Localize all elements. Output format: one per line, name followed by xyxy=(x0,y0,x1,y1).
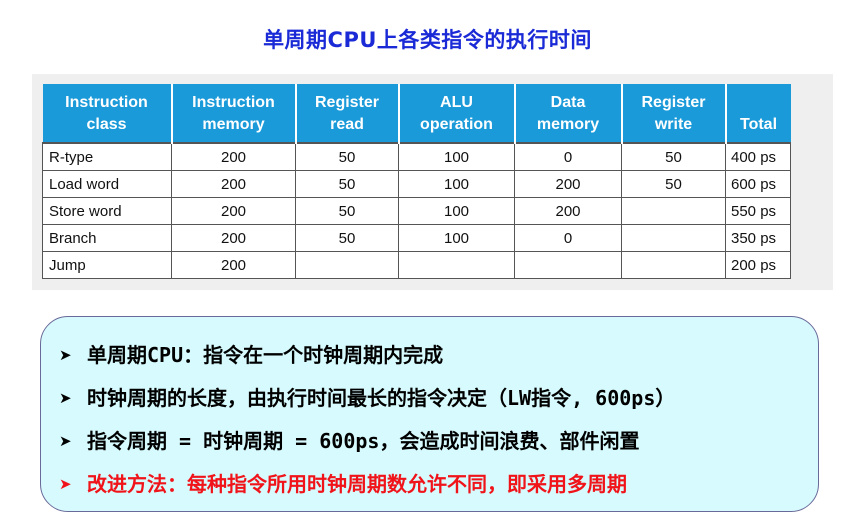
cell-class: Branch xyxy=(42,224,172,252)
header-line: Instruction xyxy=(65,94,148,111)
cell-register-read xyxy=(295,251,399,279)
table-row: R-type 200 50 100 0 50 400 ps xyxy=(42,142,791,171)
cell-alu-operation: 100 xyxy=(398,197,515,225)
cell-alu-operation xyxy=(398,251,515,279)
header-line: Data xyxy=(550,94,586,111)
header-instruction-class: Instruction class xyxy=(42,84,173,143)
instruction-timing-table: Instruction class Instruction memory Reg… xyxy=(42,84,791,279)
arrow-bullet-icon: ➤ xyxy=(59,475,72,493)
header-instruction-memory: Instruction memory xyxy=(171,84,297,143)
cell-instruction-memory: 200 xyxy=(171,224,296,252)
note-text: 指令周期 = 时钟周期 = 600ps，会造成时间浪费、部件闲置 xyxy=(87,429,640,453)
header-line: class xyxy=(86,116,127,133)
cell-total: 200 ps xyxy=(725,251,791,279)
slide-title: 单周期CPU上各类指令的执行时间 xyxy=(263,28,592,52)
cell-alu-operation: 100 xyxy=(398,170,515,198)
table-row: Jump 200 200 ps xyxy=(42,251,791,279)
header-line: Register xyxy=(314,94,380,111)
cell-data-memory xyxy=(514,251,622,279)
cell-register-write: 50 xyxy=(621,170,726,198)
cell-class: R-type xyxy=(42,142,172,171)
note-item: ➤ 指令周期 = 时钟周期 = 600ps，会造成时间浪费、部件闲置 xyxy=(59,425,639,454)
table-header-row: Instruction class Instruction memory Reg… xyxy=(42,84,791,143)
cell-total: 550 ps xyxy=(725,197,791,225)
cell-data-memory: 0 xyxy=(514,224,622,252)
header-line: operation xyxy=(420,116,493,133)
note-item-highlight: ➤ 改进方法：每种指令所用时钟周期数允许不同，即采用多周期 xyxy=(59,468,627,497)
cell-register-write: 50 xyxy=(621,142,726,171)
header-line: memory xyxy=(536,116,600,133)
cell-register-write xyxy=(621,224,726,252)
header-line: read xyxy=(330,116,364,133)
cell-register-read: 50 xyxy=(295,224,399,252)
cell-instruction-memory: 200 xyxy=(171,142,296,171)
cell-alu-operation: 100 xyxy=(398,142,515,171)
cell-instruction-memory: 200 xyxy=(171,251,296,279)
header-data-memory: Data memory xyxy=(514,84,623,143)
cell-register-read: 50 xyxy=(295,142,399,171)
header-line: Total xyxy=(739,116,778,133)
header-alu-operation: ALU operation xyxy=(398,84,516,143)
cell-instruction-memory: 200 xyxy=(171,197,296,225)
note-text: 时钟周期的长度，由执行时间最长的指令决定（LW指令, 600ps） xyxy=(87,386,676,410)
cell-class: Jump xyxy=(42,251,172,279)
note-item: ➤ 时钟周期的长度，由执行时间最长的指令决定（LW指令, 600ps） xyxy=(59,382,675,411)
cell-data-memory: 200 xyxy=(514,197,622,225)
cell-data-memory: 200 xyxy=(514,170,622,198)
header-line: memory xyxy=(202,116,265,133)
cell-register-read: 50 xyxy=(295,170,399,198)
summary-callout: ➤ 单周期CPU：指令在一个时钟周期内完成 ➤ 时钟周期的长度，由执行时间最长的指令… xyxy=(40,316,819,512)
note-text: 单周期CPU：指令在一个时钟周期内完成 xyxy=(87,343,444,367)
cell-register-read: 50 xyxy=(295,197,399,225)
cell-alu-operation: 100 xyxy=(398,224,515,252)
table-row: Branch 200 50 100 0 350 ps xyxy=(42,224,791,252)
header-line: Register xyxy=(641,94,706,111)
cell-total: 350 ps xyxy=(725,224,791,252)
table-row: Store word 200 50 100 200 550 ps xyxy=(42,197,791,225)
note-text: 改进方法：每种指令所用时钟周期数允许不同，即采用多周期 xyxy=(87,472,627,496)
cell-instruction-memory: 200 xyxy=(171,170,296,198)
header-line: write xyxy=(654,116,693,133)
header-line: ALU xyxy=(440,94,473,111)
cell-total: 400 ps xyxy=(725,142,791,171)
cell-class: Store word xyxy=(42,197,172,225)
header-total: Total xyxy=(725,84,791,143)
header-line: Instruction xyxy=(192,94,275,111)
cell-class: Load word xyxy=(42,170,172,198)
arrow-bullet-icon: ➤ xyxy=(59,346,72,364)
note-item: ➤ 单周期CPU：指令在一个时钟周期内完成 xyxy=(59,339,443,368)
timing-table-panel: Instruction class Instruction memory Reg… xyxy=(32,74,833,290)
header-register-write: Register write xyxy=(621,84,727,143)
cell-data-memory: 0 xyxy=(514,142,622,171)
arrow-bullet-icon: ➤ xyxy=(59,389,72,407)
header-register-read: Register read xyxy=(295,84,400,143)
arrow-bullet-icon: ➤ xyxy=(59,432,72,450)
cell-register-write xyxy=(621,251,726,279)
cell-register-write xyxy=(621,197,726,225)
cell-total: 600 ps xyxy=(725,170,791,198)
table-row: Load word 200 50 100 200 50 600 ps xyxy=(42,170,791,198)
